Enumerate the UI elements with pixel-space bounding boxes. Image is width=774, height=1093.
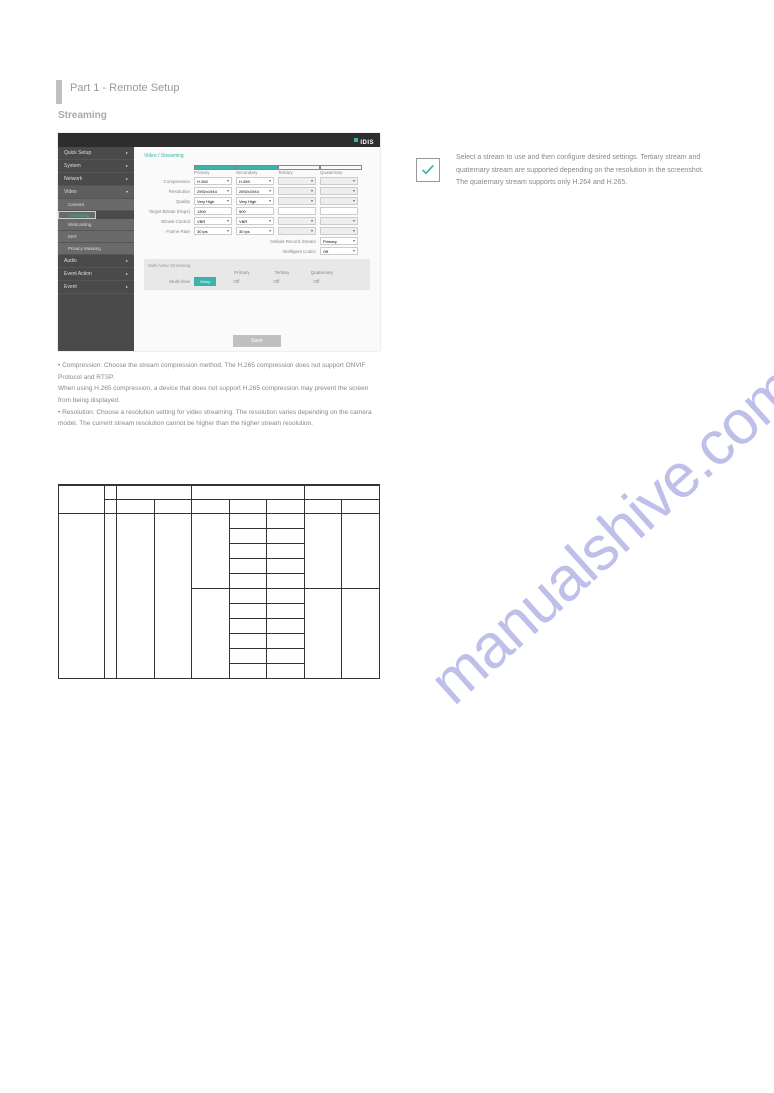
sidebar-item-privacy[interactable]: Privacy Masking — [58, 243, 134, 255]
topbar: IDIS — [58, 133, 380, 147]
resolution-primary[interactable]: 2592x1944 — [194, 187, 232, 195]
bitrate-secondary[interactable]: 500 — [236, 207, 274, 215]
framerate-tertiary[interactable]: - — [278, 227, 316, 235]
compression-secondary[interactable]: H.265 — [236, 177, 274, 185]
intelcodec-select[interactable]: Off — [320, 247, 358, 255]
table-row — [59, 513, 380, 528]
save-container: Save — [134, 329, 380, 347]
header-section: Part 1 - Remote Setup — [70, 82, 179, 94]
bitrate-primary[interactable]: 1300 — [194, 207, 232, 215]
watermark: manualshive.com — [416, 353, 774, 719]
compression-primary[interactable]: H.265 — [194, 177, 232, 185]
resolution-tertiary[interactable]: - — [278, 187, 316, 195]
row-bitrate: Target Bitrate (Kbps) 1300 500 — [144, 207, 370, 215]
sidebar-item-event[interactable]: Event▸ — [58, 281, 134, 294]
bitrate-quaternary[interactable] — [320, 207, 358, 215]
bitratecontrol-secondary[interactable]: VBR — [236, 217, 274, 225]
header-bar — [56, 80, 62, 104]
table-body — [59, 513, 380, 678]
sidebar-item-system[interactable]: System▸ — [58, 160, 134, 173]
sidebar-item-streaming[interactable]: Streaming — [58, 211, 96, 219]
bitratecontrol-quaternary[interactable]: - — [320, 217, 358, 225]
logo-icon — [354, 138, 358, 142]
save-button[interactable]: Save — [233, 335, 280, 347]
section-title: Streaming — [58, 110, 107, 121]
sidebar-item-audio[interactable]: Audio▸ — [58, 255, 134, 268]
content-panel: Video / Streaming Primary Secondary Tert… — [134, 147, 380, 351]
bitrate-tertiary[interactable] — [278, 207, 316, 215]
row-resolution: Resolution 2592x1944 2592x1944 - - — [144, 187, 370, 195]
row-intelcodec: Intelligent Codec Off — [144, 247, 370, 255]
left-text: • Compression: Choose the stream compres… — [58, 360, 380, 430]
row-compression: Compression H.265 H.265 - - — [144, 177, 370, 185]
resolution-secondary[interactable]: 2592x1944 — [236, 187, 274, 195]
row-bitratecontrol: Bitrate Control VBR VBR - - — [144, 217, 370, 225]
multiview-summary: Multi-View Streaming Primary Tertiary Qu… — [144, 259, 370, 290]
framerate-quaternary[interactable]: - — [320, 227, 358, 235]
resolution-quaternary[interactable]: - — [320, 187, 358, 195]
quality-primary[interactable]: Very High — [194, 197, 232, 205]
check-icon — [420, 162, 436, 178]
setup-button[interactable]: Setup — [194, 277, 216, 286]
quality-tertiary[interactable]: - — [278, 197, 316, 205]
resolution-table — [58, 484, 380, 679]
breadcrumb: Video / Streaming — [134, 147, 380, 165]
row-framerate: Frame Rate 30 ips 30 ips - - — [144, 227, 370, 235]
bitratecontrol-tertiary[interactable]: - — [278, 217, 316, 225]
sidebar-item-network[interactable]: Network▸ — [58, 173, 134, 186]
table-head-row1 — [59, 485, 380, 499]
compression-tertiary[interactable]: - — [278, 177, 316, 185]
app-screenshot: IDIS Quick Setup▸ System▸ Network▸ Video… — [58, 133, 380, 351]
sidebar-item-mat[interactable]: MAT — [58, 231, 134, 243]
sidebar-item-webcasting[interactable]: Webcasting — [58, 219, 134, 231]
defaultrecord-select[interactable]: Primary — [320, 237, 358, 245]
column-headers: Primary Secondary Tertiary Quaternary — [144, 165, 370, 175]
sidebar-item-quicksetup[interactable]: Quick Setup▸ — [58, 147, 134, 160]
quality-quaternary[interactable]: - — [320, 197, 358, 205]
framerate-secondary[interactable]: 30 ips — [236, 227, 274, 235]
compression-quaternary[interactable]: - — [320, 177, 358, 185]
form-area: Primary Secondary Tertiary Quaternary Co… — [134, 165, 380, 255]
sidebar-item-video[interactable]: Video▾ — [58, 186, 134, 199]
sidebar: Quick Setup▸ System▸ Network▸ Video▾ Cam… — [58, 147, 134, 351]
row-quality: Quality Very High Very High - - — [144, 197, 370, 205]
check-icon-box — [416, 158, 440, 182]
right-text: Select a stream to use and then configur… — [456, 152, 716, 190]
sidebar-item-eventaction[interactable]: Event Action▸ — [58, 268, 134, 281]
row-defaultrecord: Default Record Stream Primary — [144, 237, 370, 245]
table-head-row2 — [59, 499, 380, 513]
framerate-primary[interactable]: 30 ips — [194, 227, 232, 235]
sidebar-item-camera[interactable]: Camera — [58, 199, 134, 211]
quality-secondary[interactable]: Very High — [236, 197, 274, 205]
bitratecontrol-primary[interactable]: VBR — [194, 217, 232, 225]
